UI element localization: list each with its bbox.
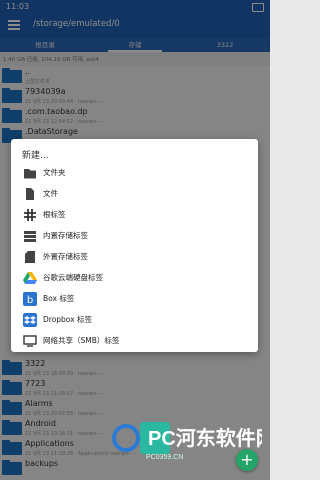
watermark-subtext: PC0359.CN <box>146 454 183 461</box>
option-label: 内置存储标签 <box>43 231 88 240</box>
box-icon: b <box>23 292 37 306</box>
new-item-dialog: 新建... 文件夹 文件 根标签 内置存储标签 外置存储标签 谷歌云端硬盘标签 … <box>11 139 258 352</box>
option-label: 外置存储标签 <box>43 252 88 261</box>
file-icon <box>26 188 34 200</box>
dropbox-icon <box>23 313 37 327</box>
option-internal-storage[interactable]: 内置存储标签 <box>11 225 258 246</box>
watermark-text: PC河东软件网 <box>148 426 262 450</box>
option-box[interactable]: b Box 标签 <box>11 288 258 309</box>
network-share-icon <box>23 335 37 347</box>
option-root-tag[interactable]: 根标签 <box>11 204 258 225</box>
folder-icon <box>24 169 36 179</box>
option-google-drive[interactable]: 谷歌云端硬盘标签 <box>11 267 258 288</box>
sd-card-icon <box>25 251 35 263</box>
option-folder[interactable]: 文件夹 <box>11 162 258 183</box>
svg-text:b: b <box>27 295 33 306</box>
hash-icon <box>24 209 36 221</box>
option-dropbox[interactable]: Dropbox 标签 <box>11 309 258 330</box>
option-label: Box 标签 <box>43 294 75 303</box>
dialog-title: 新建... <box>22 151 49 161</box>
google-drive-icon <box>23 272 37 284</box>
option-label: 网络共享（SMB）标签 <box>43 336 120 345</box>
option-label: Dropbox 标签 <box>43 315 92 324</box>
option-file[interactable]: 文件 <box>11 183 258 204</box>
internal-storage-icon <box>24 231 36 242</box>
option-label: 谷歌云端硬盘标签 <box>43 273 103 282</box>
option-label: 文件 <box>43 189 58 198</box>
option-network-share[interactable]: 网络共享（SMB）标签 <box>11 330 258 351</box>
option-label: 文件夹 <box>43 168 66 177</box>
option-sd-card[interactable]: 外置存储标签 <box>11 246 258 267</box>
option-label: 根标签 <box>43 210 66 219</box>
add-fab-button[interactable]: + <box>236 449 258 471</box>
